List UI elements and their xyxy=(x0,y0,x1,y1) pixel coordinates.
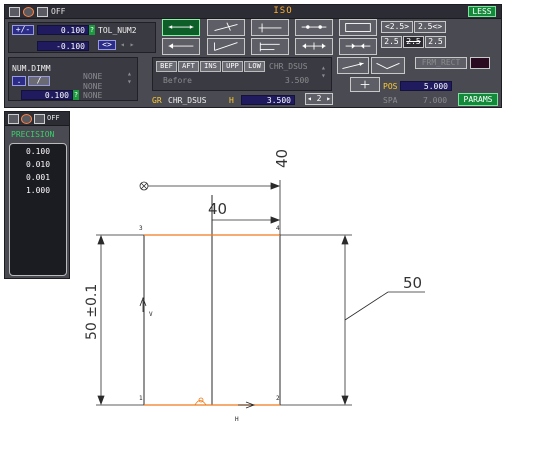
toolbar-titlebar: OFF ISO LESS xyxy=(5,5,501,19)
before-value: 3.500 xyxy=(285,76,310,85)
record-icon[interactable] xyxy=(21,114,32,124)
none-label-2: NONE xyxy=(83,82,103,91)
corner-label-1: 1 xyxy=(139,395,143,402)
dim-left-arrow-icon[interactable] xyxy=(162,38,200,55)
pos-value-field[interactable]: 5.000 xyxy=(400,81,452,91)
none-label-3: NONE xyxy=(83,91,103,100)
dim-oblique-icon[interactable] xyxy=(207,19,245,36)
lower-tolerance-field[interactable]: -0.100 xyxy=(37,41,89,51)
tab-ins[interactable]: INS xyxy=(200,61,221,72)
chr-counter[interactable]: ◂ 2 ▸ xyxy=(305,93,333,105)
tab-aft[interactable]: AFT xyxy=(178,61,199,72)
tab-upp[interactable]: UPP xyxy=(222,61,243,72)
none-label-1: NONE xyxy=(83,72,103,81)
origin-marker-icon xyxy=(194,397,207,406)
upper-tolerance-field[interactable]: 0.100 xyxy=(37,25,89,35)
leader-bent-icon[interactable] xyxy=(371,57,405,74)
before-arrows-icon[interactable]: ▴ ▾ xyxy=(321,64,326,80)
off-toggle[interactable]: OFF xyxy=(51,7,65,16)
dim-right-line xyxy=(341,234,425,406)
grid-icon[interactable] xyxy=(37,7,48,17)
window-icon[interactable] xyxy=(8,114,19,124)
num-dimm-label: NUM.DIMM xyxy=(12,64,51,73)
swap-tolerance-button[interactable]: <> xyxy=(98,40,116,50)
frame-color-swatch[interactable] xyxy=(470,57,490,69)
gr-label: GR xyxy=(152,96,162,105)
tab-extra-label: CHR_DSUS xyxy=(269,62,308,71)
dim-right-text: 50 xyxy=(403,274,422,292)
sign-toggle-button[interactable]: +/- xyxy=(12,25,34,35)
h-value-field[interactable]: 3.500 xyxy=(241,95,295,105)
axis-h-icon xyxy=(238,401,256,409)
corner-label-2: 2 xyxy=(276,395,280,402)
dimension-toolbar: OFF ISO LESS +/- 0.100 ? TOL_NUM2 -0.100… xyxy=(4,4,502,108)
h-label: H xyxy=(229,96,234,105)
num-dimm-value-field[interactable]: 0.100 xyxy=(21,90,73,100)
num-dimm-group: NUM.DIMM . / 0.100 ? NONE NONE NONE ▴ ▾ xyxy=(8,57,138,101)
add-plus-icon[interactable] xyxy=(350,77,380,92)
dim-left-text: 50 ±0.1 xyxy=(84,284,100,340)
dim-ordinate-icon[interactable] xyxy=(251,19,289,36)
step-arrows-icon[interactable]: ◂ ▸ xyxy=(120,40,134,49)
frame-rect-button[interactable]: FRM_RECT xyxy=(415,57,467,69)
less-button[interactable]: LESS xyxy=(468,6,496,17)
precision-panel: OFF PRECISION 0.100 0.010 0.001 1.000 xyxy=(4,111,70,279)
precision-title: PRECISION xyxy=(11,130,55,139)
chr-counter-value: 2 xyxy=(316,94,322,103)
dim-top-line xyxy=(139,181,281,191)
window-icon[interactable] xyxy=(9,7,20,17)
precision-titlebar: OFF xyxy=(5,112,69,126)
arrow-style-center-icon[interactable] xyxy=(339,38,377,55)
tab-low[interactable]: LOW xyxy=(244,61,265,72)
corner-label-4: 4 xyxy=(276,225,280,232)
arrow-style-double-icon[interactable] xyxy=(339,19,377,36)
text-position-group: BEF AFT INS UPP LOW CHR_DSUS Before 3.50… xyxy=(152,57,332,91)
frame-rect-label: FRM_RECT xyxy=(421,58,461,67)
num-dimm-slash-button[interactable]: / xyxy=(28,76,50,86)
grid-icon[interactable] xyxy=(34,114,45,124)
spa-value: 7.000 xyxy=(423,96,448,105)
precision-item[interactable]: 0.001 xyxy=(10,173,66,182)
axis-v-icon xyxy=(139,296,147,312)
pos-label: POS xyxy=(383,82,398,91)
chr-label: CHR_DSUS xyxy=(168,96,207,105)
tolerance-group: +/- 0.100 ? TOL_NUM2 -0.100 <> ◂ ▸ xyxy=(8,22,156,53)
precision-item[interactable]: 0.100 xyxy=(10,147,66,156)
off-toggle[interactable]: OFF xyxy=(47,114,60,122)
tolerance-mode-label[interactable]: TOL_NUM2 xyxy=(98,26,137,35)
none-arrows-icon[interactable]: ▴ ▾ xyxy=(127,70,132,86)
tab-bef[interactable]: BEF xyxy=(156,61,177,72)
axis-v-label: V xyxy=(149,311,153,318)
prec-button-2[interactable]: 2.5<> xyxy=(414,21,446,33)
dim-top-vertical-text: 40 xyxy=(273,149,291,168)
record-icon[interactable] xyxy=(23,7,34,17)
params-button[interactable]: PARAMS xyxy=(458,93,498,106)
precision-list: 0.100 0.010 0.001 1.000 xyxy=(9,143,67,276)
toolbar-title: ISO xyxy=(273,6,293,16)
prec-button-1[interactable]: <2.5> xyxy=(381,21,413,33)
dim-baseline-icon[interactable] xyxy=(295,38,333,55)
num-dimm-confirm-icon[interactable]: ? xyxy=(73,90,79,100)
leader-straight-icon[interactable] xyxy=(337,57,369,74)
dim-top-horizontal-text: 40 xyxy=(208,200,227,218)
corner-label-3: 3 xyxy=(139,225,143,232)
part-outline xyxy=(143,195,281,405)
prec-button-4[interactable]: 2.5 xyxy=(403,36,424,48)
precision-item[interactable]: 1.000 xyxy=(10,186,66,195)
dim-diagonal-icon[interactable] xyxy=(207,38,245,55)
prec-button-3[interactable]: 2.5 xyxy=(381,36,402,48)
spa-label: SPA xyxy=(383,96,398,105)
dim-horizontal-icon[interactable] xyxy=(162,19,200,36)
prec-button-5[interactable]: 2.5 xyxy=(425,36,446,48)
upper-confirm-icon[interactable]: ? xyxy=(89,25,95,35)
num-dimm-mode-button[interactable]: . xyxy=(12,76,26,86)
axis-h-label: H xyxy=(235,416,239,423)
precision-item[interactable]: 0.010 xyxy=(10,160,66,169)
before-label: Before xyxy=(163,76,192,85)
dim-chain-icon[interactable] xyxy=(295,19,333,36)
dim-stack-icon[interactable] xyxy=(251,38,289,55)
